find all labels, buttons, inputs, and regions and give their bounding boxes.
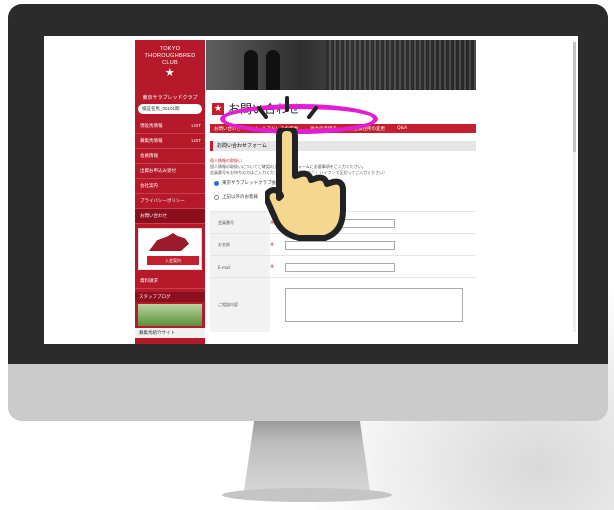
tap-indicator-icon xyxy=(257,96,318,119)
pointing-hand-icon xyxy=(265,128,346,241)
